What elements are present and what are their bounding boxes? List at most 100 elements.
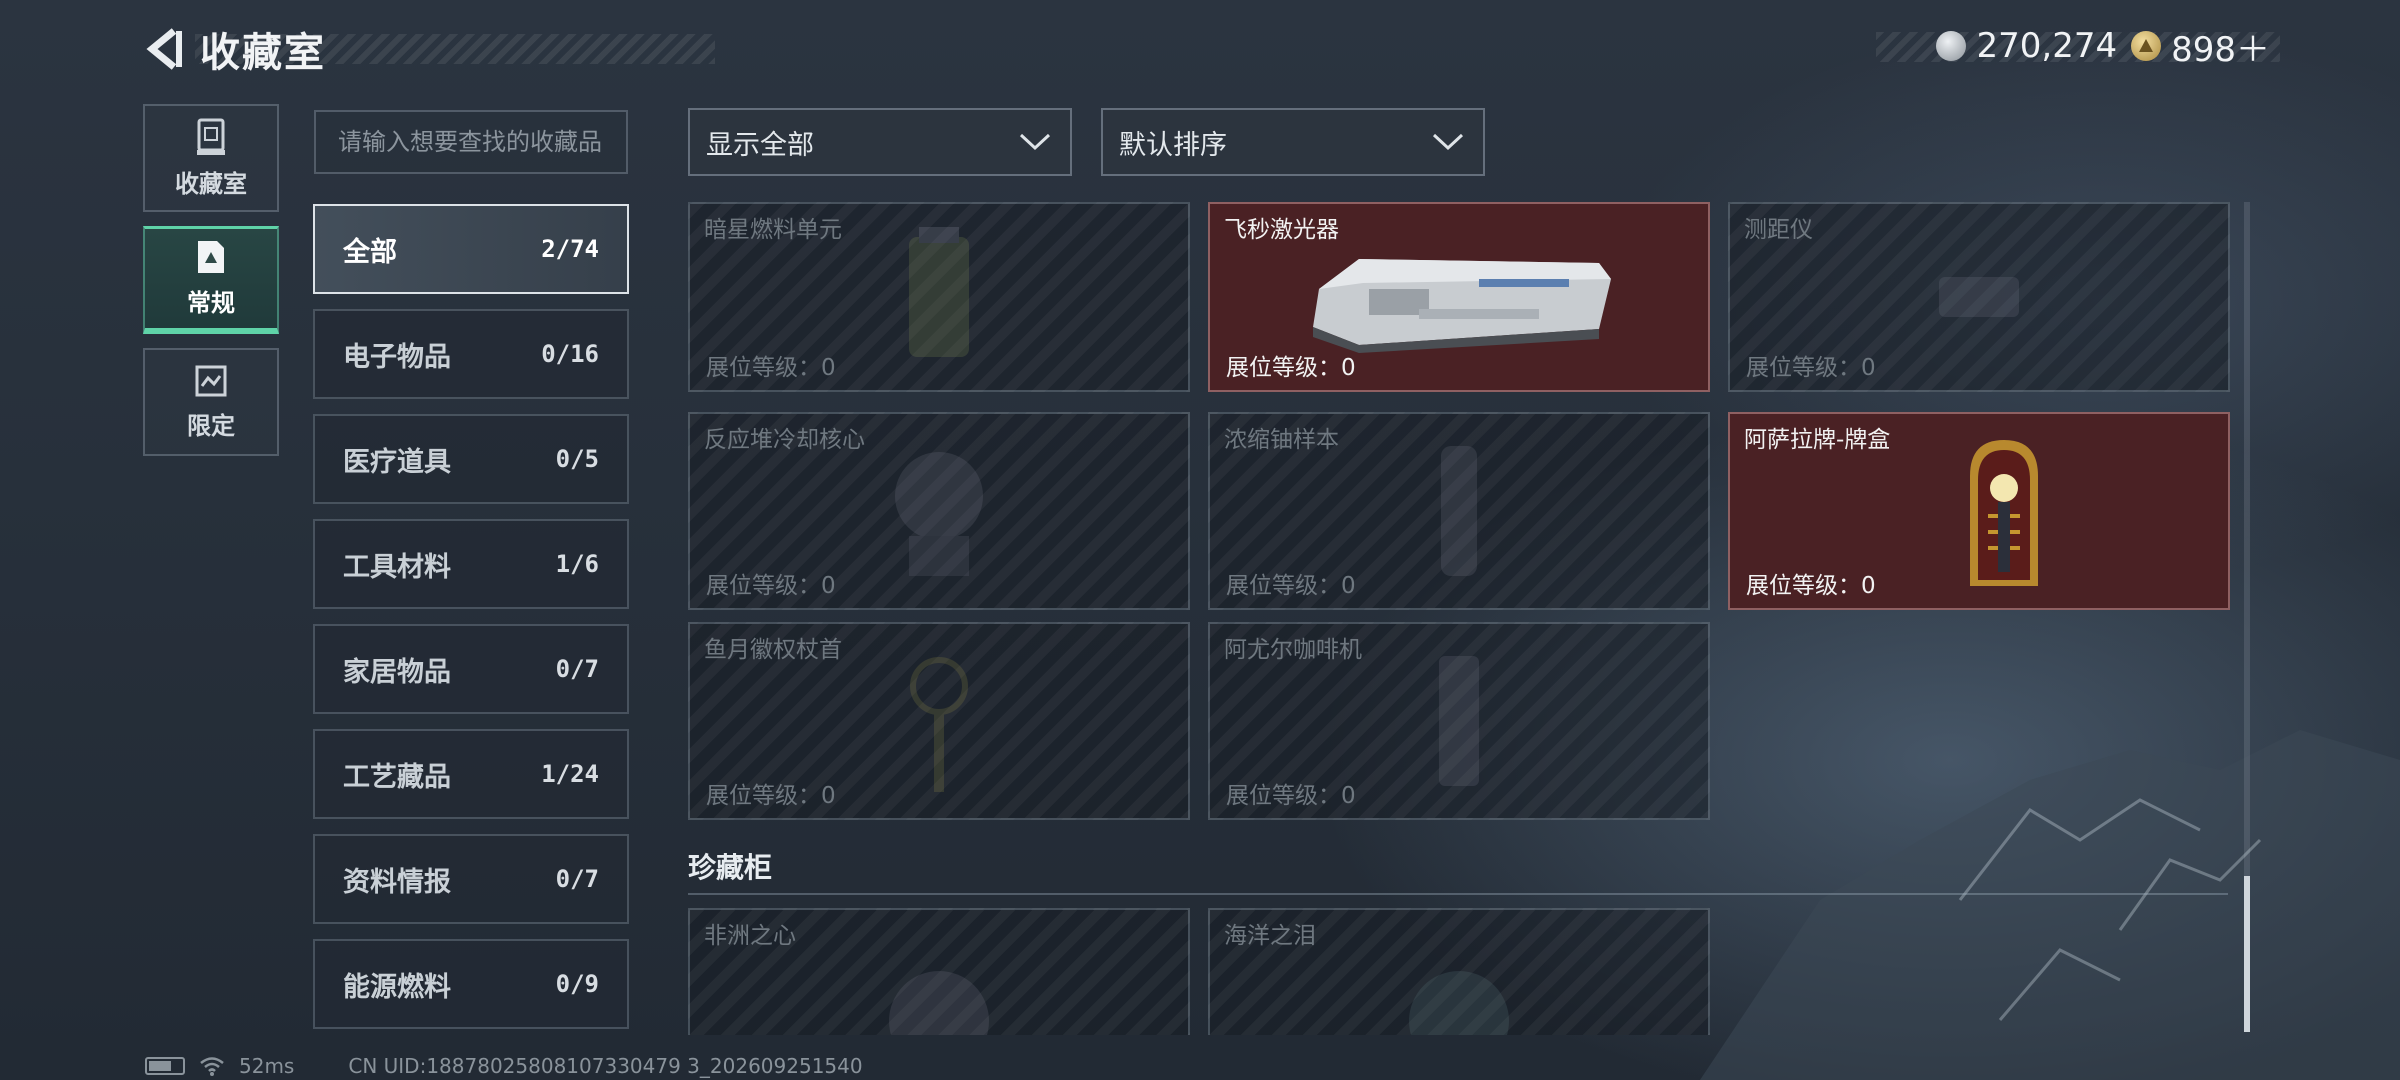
category-household[interactable]: 家居物品 0/7 [313,624,629,714]
category-count: 2/74 [541,235,599,263]
item-level: 展位等级：0 [706,355,836,381]
search-input[interactable] [338,128,618,156]
item-name: 非洲之心 [704,923,796,949]
category-all[interactable]: 全部 2/74 [313,204,629,294]
treasure-card[interactable]: 海洋之泪 [1208,908,1710,1035]
category-crafts[interactable]: 工艺藏品 1/24 [313,729,629,819]
gold-amount: 898＋ [2171,29,2270,70]
item-level: 展位等级：0 [1226,573,1356,599]
category-intel[interactable]: 资料情报 0/7 [313,834,629,924]
currency-bar: 270,274 898＋ [1876,26,2280,70]
silver-coin-icon [1936,31,1967,61]
grid-scrollbar[interactable] [2244,202,2250,1032]
category-label: 资料情报 [343,866,451,898]
category-medical[interactable]: 医疗道具 0/5 [313,414,629,504]
back-button[interactable] [140,25,188,73]
item-level: 展位等级：0 [1226,355,1356,381]
item-name: 反应堆冷却核心 [704,427,865,453]
item-name: 暗星燃料单元 [704,217,842,243]
currency-gold[interactable]: 898＋ [2131,22,2270,71]
nav-label: 常规 [187,289,235,317]
coffee-machine-icon [1439,656,1479,786]
battery-icon [145,1057,185,1075]
item-name: 海洋之泪 [1224,923,1316,949]
display-case-icon [197,118,225,155]
item-card[interactable]: 阿尤尔咖啡机 展位等级：0 [1208,622,1710,820]
category-count: 0/7 [555,655,599,683]
item-card[interactable]: 飞秒激光器 展位等级：0 [1208,202,1710,392]
category-count: 0/5 [555,445,599,473]
back-arrow-icon [146,28,182,70]
item-level: 展位等级：0 [706,783,836,809]
item-name: 浓缩铀样本 [1224,427,1339,453]
status-footer: 52ms CN UID:18878025808107330479 3_20260… [145,1054,863,1078]
laser-device-icon [1313,259,1611,354]
nav-item-limited[interactable]: 限定 [143,348,279,456]
item-card[interactable]: 暗星燃料单元 展位等级：0 [688,202,1190,392]
category-count: 0/7 [555,865,599,893]
item-card[interactable]: 浓缩铀样本 展位等级：0 [1208,412,1710,610]
page-title: 收藏室 [200,30,326,76]
category-label: 家居物品 [343,656,451,688]
gold-triangle-coin-icon [2131,31,2162,61]
nav-item-regular[interactable]: 常规 [143,226,279,334]
item-name: 测距仪 [1744,217,1813,243]
scrollbar-thumb[interactable] [2244,876,2250,1032]
currency-silver[interactable]: 270,274 [1936,26,2117,66]
header: 收藏室 [140,22,715,76]
nav-item-collection-room[interactable]: 收藏室 [143,104,279,212]
category-label: 能源燃料 [343,971,451,1003]
category-tools[interactable]: 工具材料 1/6 [313,519,629,609]
category-label: 全部 [343,236,397,268]
item-card[interactable]: 鱼月徽权杖首 展位等级：0 [688,622,1190,820]
sort-dropdown[interactable]: 默认排序 [1101,108,1485,176]
ping-value: 52ms [239,1054,295,1078]
item-name: 阿萨拉牌-牌盒 [1744,427,1891,453]
chevron-down-icon [1019,133,1051,151]
item-card[interactable]: 阿萨拉牌-牌盒 展位等级：0 [1728,412,2230,610]
scepter-head-icon [910,657,968,792]
section-divider [688,893,2228,895]
treasure-card[interactable]: 非洲之心 [688,908,1190,1035]
item-level: 展位等级：0 [1746,573,1876,599]
category-count: 1/6 [555,550,599,578]
category-count: 0/16 [541,340,599,368]
gem-icon [889,970,989,1035]
nav-label: 限定 [187,411,235,440]
search-field[interactable] [314,110,628,174]
pearl-icon [1409,970,1509,1035]
card-box-icon [1969,440,2038,586]
section-title-treasure: 珍藏柜 [688,851,773,884]
silver-amount: 270,274 [1976,26,2118,66]
item-level: 展位等级：0 [706,573,836,599]
sort-label: 默认排序 [1119,129,1227,161]
category-label: 工艺藏品 [343,761,451,793]
nav-label: 收藏室 [175,169,247,198]
rangefinder-icon [1939,277,2019,317]
item-name: 鱼月徽权杖首 [704,637,842,663]
uranium-sample-icon [1441,446,1477,576]
item-card[interactable]: 测距仪 展位等级：0 [1728,202,2230,392]
display-filter-dropdown[interactable]: 显示全部 [688,108,1072,176]
wifi-icon [200,1057,224,1076]
category-electronics[interactable]: 电子物品 0/16 [313,309,629,399]
item-level: 展位等级：0 [1746,355,1876,381]
item-card[interactable]: 反应堆冷却核心 展位等级：0 [688,412,1190,610]
chevron-down-icon [1432,133,1464,151]
item-name: 飞秒激光器 [1224,217,1339,243]
fuel-cell-icon [909,227,969,357]
limited-card-icon [195,365,227,396]
category-count: 0/9 [555,970,599,998]
category-label: 电子物品 [343,341,451,373]
item-level: 展位等级：0 [1226,783,1356,809]
user-uid: CN UID:18878025808107330479 3_2026092515… [348,1054,863,1078]
document-icon [198,241,224,273]
reactor-core-icon [895,452,983,576]
category-label: 医疗道具 [343,446,451,478]
item-name: 阿尤尔咖啡机 [1224,637,1362,663]
display-filter-label: 显示全部 [706,129,814,161]
category-energy[interactable]: 能源燃料 0/9 [313,939,629,1029]
category-count: 1/24 [541,760,599,788]
collection-grid: 暗星燃料单元 展位等级：0 飞秒激光器 展位等级：0 测距仪 展位等级：0 反应… [688,202,2230,1035]
category-list: 全部 2/74 电子物品 0/16 医疗道具 0/5 工具材料 1/6 家居物品… [313,204,629,1044]
